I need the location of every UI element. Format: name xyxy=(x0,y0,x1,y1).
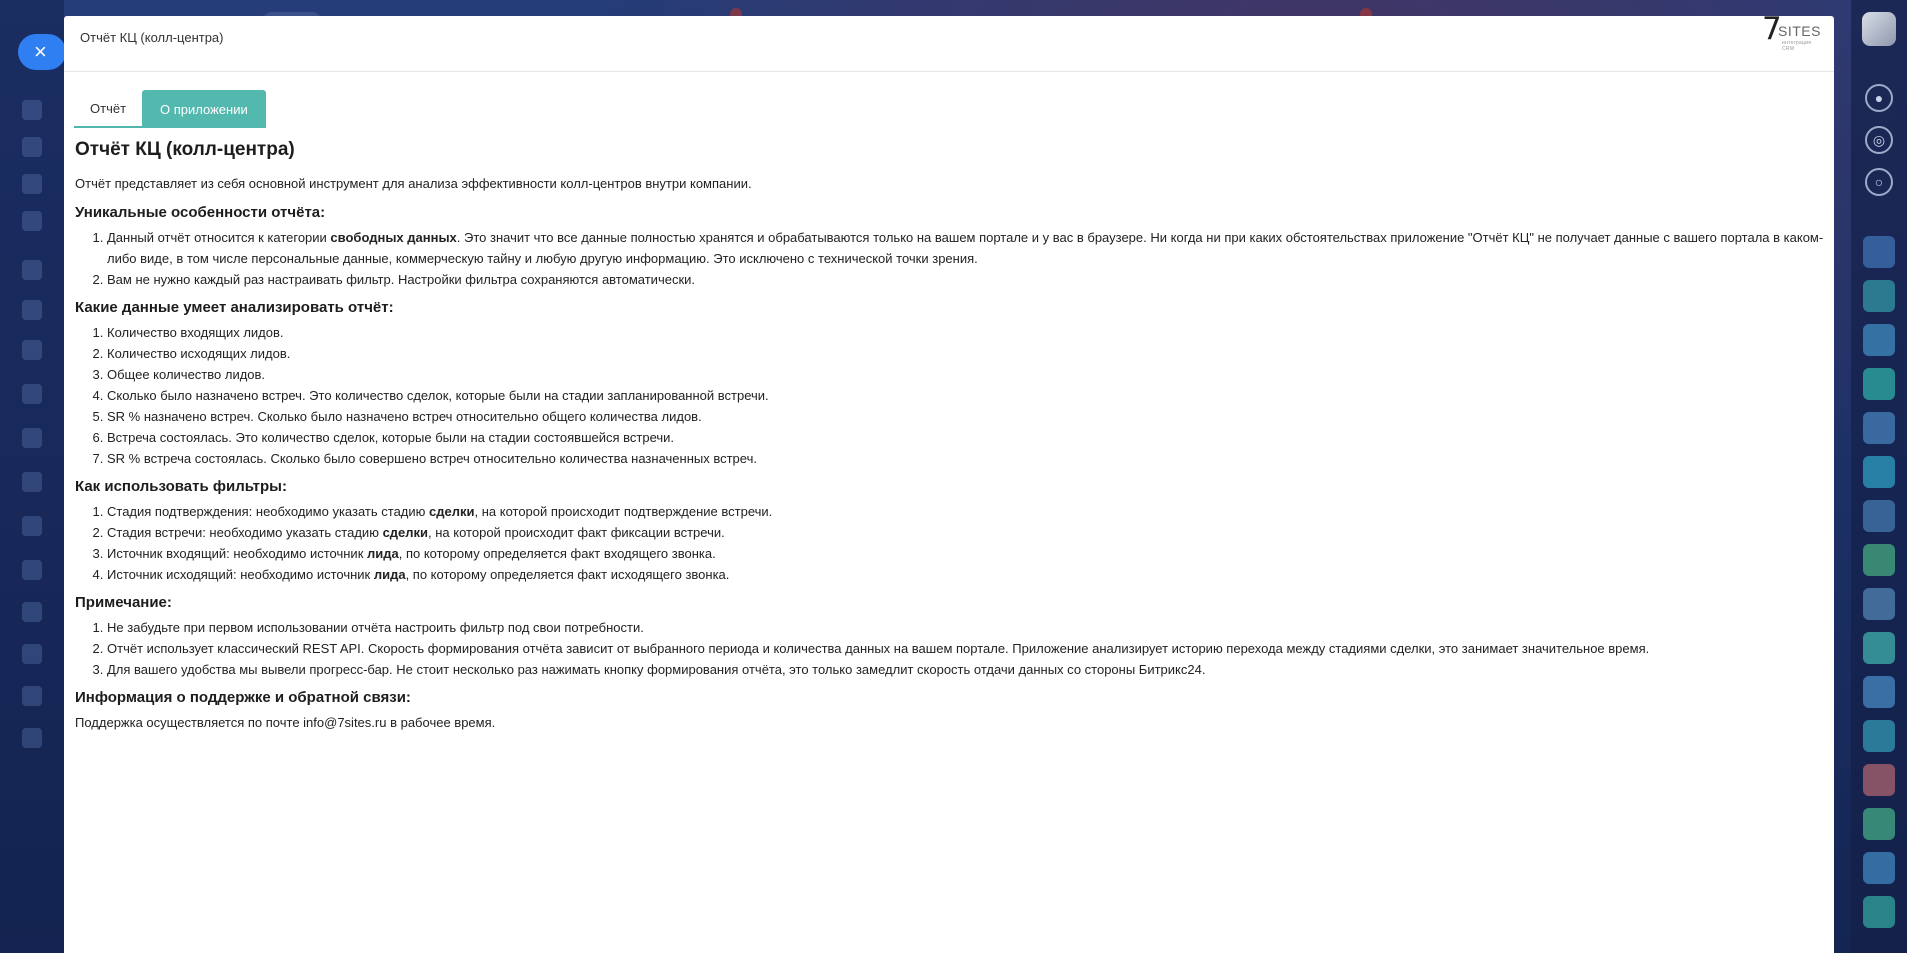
list-item: Сколько было назначено встреч. Это колич… xyxy=(107,385,1825,406)
contact-avatar[interactable] xyxy=(1863,588,1895,620)
background-menu-icon xyxy=(22,137,42,157)
close-slider-button[interactable]: × xyxy=(18,34,66,70)
logo-text: SITES xyxy=(1778,23,1821,39)
background-menu-icon xyxy=(22,428,42,448)
right-panel: ● ◎ ○ xyxy=(1851,0,1907,953)
background-menu-icon xyxy=(22,472,42,492)
background-menu-icon xyxy=(22,644,42,664)
list-item: Стадия подтверждения: необходимо указать… xyxy=(107,501,1825,522)
intro-text: Отчёт представляет из себя основной инст… xyxy=(75,176,752,191)
bell-icon[interactable]: ● xyxy=(1865,84,1893,112)
background-menu-icon xyxy=(22,340,42,360)
contact-avatar[interactable] xyxy=(1863,720,1895,752)
filters-heading: Как использовать фильтры: xyxy=(75,478,287,495)
contact-avatar[interactable] xyxy=(1863,896,1895,928)
background-menu-icon xyxy=(22,560,42,580)
tab-report[interactable]: Отчёт xyxy=(74,90,143,128)
7sites-logo: 7 SITES интеграция CRM xyxy=(1760,14,1824,54)
about-content: Отчёт КЦ (колл-центра) Отчёт представляе… xyxy=(75,138,1825,732)
list-item: Отчёт использует классический REST API. … xyxy=(107,638,1825,659)
contact-avatar[interactable] xyxy=(1863,280,1895,312)
contact-avatar[interactable] xyxy=(1863,676,1895,708)
contact-avatar[interactable] xyxy=(1863,236,1895,268)
list-item: SR % назначено встреч. Сколько было назн… xyxy=(107,406,1825,427)
logo-subtext: интеграция CRM xyxy=(1782,40,1812,52)
background-menu-icon xyxy=(22,174,42,194)
background-menu-icon xyxy=(22,300,42,320)
list-item: Встреча состоялась. Это количество сдело… xyxy=(107,427,1825,448)
support-text: Поддержка осуществляется по почте info@7… xyxy=(75,715,496,730)
background-menu-icon xyxy=(22,686,42,706)
background-menu-icon xyxy=(22,100,42,120)
features-list: Данный отчёт относится к категории свобо… xyxy=(75,227,1825,290)
background-menu-icon xyxy=(22,728,42,748)
list-item: Стадия встречи: необходимо указать стади… xyxy=(107,522,1825,543)
app-slider: Отчёт КЦ (колл-центра) 7 SITES интеграци… xyxy=(64,14,1834,953)
list-item: Общее количество лидов. xyxy=(107,364,1825,385)
filters-list: Стадия подтверждения: необходимо указать… xyxy=(75,501,1825,585)
data-heading: Какие данные умеет анализировать отчёт: xyxy=(75,299,394,316)
background-menu-icon xyxy=(22,260,42,280)
list-item: Количество входящих лидов. xyxy=(107,322,1825,343)
list-item: Источник входящий: необходимо источник л… xyxy=(107,543,1825,564)
list-item: Данный отчёт относится к категории свобо… xyxy=(107,227,1825,269)
features-heading: Уникальные особенности отчёта: xyxy=(75,204,326,221)
background-menu-icon xyxy=(22,384,42,404)
support-heading: Информация о поддержке и обратной связи: xyxy=(75,689,411,706)
page-title: Отчёт КЦ (колл-центра) xyxy=(75,139,295,160)
contact-avatar[interactable] xyxy=(1863,412,1895,444)
contact-avatar[interactable] xyxy=(1863,764,1895,796)
contact-avatar[interactable] xyxy=(1863,456,1895,488)
contact-avatar[interactable] xyxy=(1863,808,1895,840)
close-icon: × xyxy=(34,39,47,64)
list-item: Не забудьте при первом использовании отч… xyxy=(107,617,1825,638)
list-item: Вам не нужно каждый раз настраивать филь… xyxy=(107,269,1825,290)
tab-about[interactable]: О приложении xyxy=(142,90,266,128)
contact-avatar[interactable] xyxy=(1863,368,1895,400)
background-menu-icon xyxy=(22,516,42,536)
chat-icon[interactable]: ○ xyxy=(1865,168,1893,196)
tab-bar: Отчёт О приложении xyxy=(74,90,266,128)
contact-avatar[interactable] xyxy=(1863,544,1895,576)
list-item: Для вашего удобства мы вывели прогресс-б… xyxy=(107,659,1825,680)
data-list: Количество входящих лидов. Количество ис… xyxy=(75,322,1825,469)
avatar[interactable] xyxy=(1862,12,1896,46)
target-icon[interactable]: ◎ xyxy=(1865,126,1893,154)
list-item: Количество исходящих лидов. xyxy=(107,343,1825,364)
notes-heading: Примечание: xyxy=(75,594,172,611)
contact-avatar[interactable] xyxy=(1863,324,1895,356)
modal-header: Отчёт КЦ (колл-центра) 7 SITES интеграци… xyxy=(64,14,1834,72)
contact-avatar[interactable] xyxy=(1863,852,1895,884)
list-item: SR % встреча состоялась. Сколько было со… xyxy=(107,448,1825,469)
modal-title: Отчёт КЦ (колл-центра) xyxy=(80,30,224,45)
contact-avatar[interactable] xyxy=(1863,500,1895,532)
notes-list: Не забудьте при первом использовании отч… xyxy=(75,617,1825,680)
background-menu-icon xyxy=(22,602,42,622)
contact-avatar[interactable] xyxy=(1863,632,1895,664)
list-item: Источник исходящий: необходимо источник … xyxy=(107,564,1825,585)
background-menu-icon xyxy=(22,211,42,231)
